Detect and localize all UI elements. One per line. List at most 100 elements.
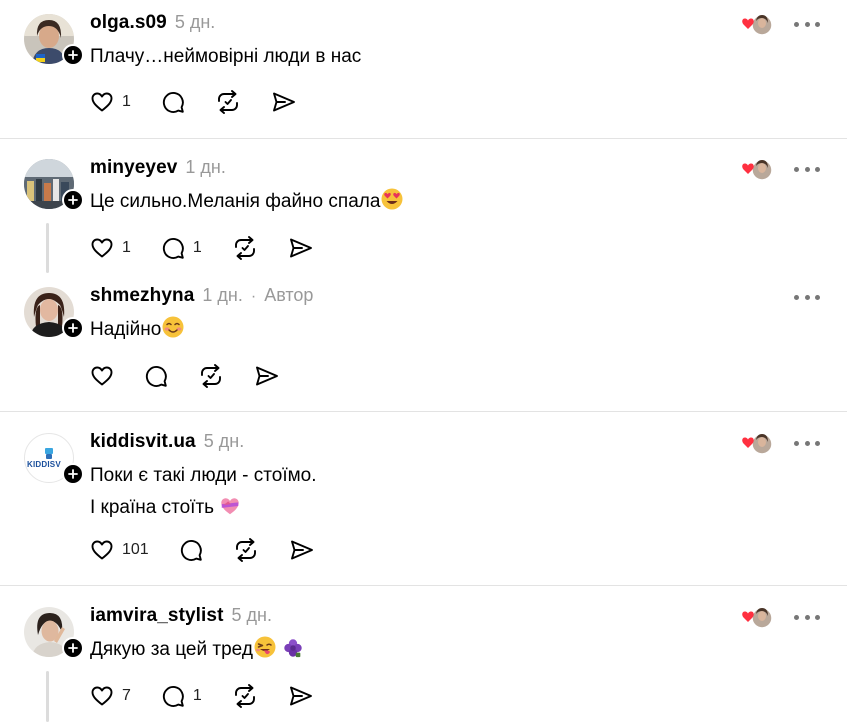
post-header: minyeyev 1 дн. [90, 157, 226, 183]
reply-button[interactable]: 1 [161, 234, 202, 262]
timestamp[interactable]: 5 дн. [204, 431, 244, 452]
post-text-line: Поки є такі люди - стоїмо. [90, 465, 317, 486]
post-separator [0, 411, 847, 412]
post-actions: 101 [90, 536, 345, 564]
post-text: Плачу…неймовірні люди в нас [90, 41, 361, 73]
reply-button[interactable]: 1 [161, 682, 202, 710]
tongue-wink-emoji-icon [254, 636, 276, 658]
follow-plus-icon[interactable] [62, 44, 84, 66]
heart-ribbon-emoji-icon [221, 498, 240, 515]
post-actions: 1 1 [90, 234, 344, 262]
comment-icon [162, 92, 184, 113]
like-button[interactable]: 7 [90, 682, 131, 710]
heart-icon [91, 686, 113, 706]
avatar[interactable] [24, 607, 84, 659]
post-separator [0, 585, 847, 586]
like-count: 1 [122, 93, 131, 110]
like-count: 101 [122, 541, 149, 558]
avatar[interactable] [24, 287, 84, 339]
smiling-face-emoji-icon [162, 316, 184, 338]
reply-count: 1 [192, 687, 202, 704]
thread-line [46, 671, 49, 722]
repost-button[interactable] [232, 682, 258, 710]
liked-by-avatars[interactable] [741, 606, 773, 630]
send-icon [289, 238, 312, 258]
purple-flower-emoji-icon [284, 639, 302, 658]
like-count: 1 [122, 239, 131, 256]
share-button[interactable] [288, 234, 314, 262]
avatar[interactable] [24, 159, 84, 211]
heart-icon [91, 238, 113, 258]
heart-icon [91, 540, 113, 560]
post-separator [0, 138, 847, 139]
like-button[interactable]: 1 [90, 88, 131, 116]
post-actions [90, 362, 310, 390]
like-button[interactable]: 1 [90, 234, 131, 262]
like-button[interactable] [90, 362, 114, 390]
timestamp[interactable]: 5 дн. [232, 605, 272, 626]
post-text-line: Це сильно.Меланія файно спала [90, 191, 381, 212]
liked-by-avatars[interactable] [741, 13, 773, 37]
send-icon [256, 366, 278, 386]
share-button[interactable] [289, 536, 315, 564]
follow-plus-icon[interactable] [62, 189, 84, 211]
post-text: Це сильно.Меланія файно спала [90, 186, 404, 218]
repost-button[interactable] [232, 234, 258, 262]
follow-plus-icon[interactable] [62, 637, 84, 659]
timestamp[interactable]: 1 дн. [202, 285, 242, 306]
author-label: Автор [264, 285, 314, 305]
heart-icon [91, 366, 113, 386]
send-icon [289, 686, 312, 706]
post-actions: 1 [90, 88, 327, 116]
username[interactable]: kiddisvit.ua [90, 431, 196, 453]
repost-button[interactable] [215, 88, 241, 116]
more-options-button[interactable] [794, 607, 820, 627]
username[interactable]: minyeyev [90, 157, 177, 179]
username[interactable]: iamvira_stylist [90, 605, 224, 627]
share-button[interactable] [254, 362, 280, 390]
post-text-line: Плачу…неймовірні люди в нас [90, 46, 362, 67]
thread-line [46, 223, 49, 273]
send-icon [272, 92, 295, 112]
username[interactable]: shmezhyna [90, 285, 194, 307]
like-button[interactable]: 101 [90, 536, 149, 564]
separator-dot: · [250, 288, 257, 305]
follow-plus-icon[interactable] [62, 317, 84, 339]
reply-button[interactable] [161, 88, 185, 116]
repost-icon [217, 90, 238, 114]
reply-button[interactable] [179, 536, 203, 564]
repost-icon [234, 684, 255, 708]
more-options-button[interactable] [794, 433, 820, 453]
avatar[interactable] [24, 14, 84, 66]
comment-icon [162, 238, 184, 259]
comment-icon [162, 686, 184, 707]
timestamp[interactable]: 5 дн. [175, 12, 215, 33]
more-options-button[interactable] [794, 14, 820, 34]
timestamp[interactable]: 1 дн. [185, 157, 225, 178]
post-text-line: Надійно [90, 319, 162, 340]
more-options-button[interactable] [794, 159, 820, 179]
username[interactable]: olga.s09 [90, 12, 167, 34]
follow-plus-icon[interactable] [62, 463, 84, 485]
post-header: olga.s09 5 дн. [90, 12, 215, 38]
reply-button[interactable] [144, 362, 168, 390]
repost-icon [201, 364, 221, 388]
repost-button[interactable] [198, 362, 224, 390]
post-header: kiddisvit.ua 5 дн. [90, 431, 244, 457]
send-icon [290, 540, 313, 560]
heart-eyes-emoji-icon [381, 188, 403, 210]
like-count: 7 [122, 687, 131, 704]
post-text: Дякую за цей тред [90, 634, 304, 666]
share-button[interactable] [271, 88, 297, 116]
more-options-button[interactable] [794, 287, 820, 307]
share-button[interactable] [288, 682, 314, 710]
avatar[interactable]: KIDDISV [24, 433, 84, 485]
avatar-logo-text: KIDDISV [27, 460, 61, 469]
reply-count: 1 [192, 239, 202, 256]
liked-by-avatars[interactable] [741, 158, 773, 182]
post-header: iamvira_stylist 5 дн. [90, 605, 272, 631]
post-header: shmezhyna 1 дн. · Автор [90, 285, 313, 311]
liked-by-avatars[interactable] [741, 432, 773, 456]
repost-button[interactable] [233, 536, 259, 564]
post-actions: 7 1 [90, 682, 344, 710]
